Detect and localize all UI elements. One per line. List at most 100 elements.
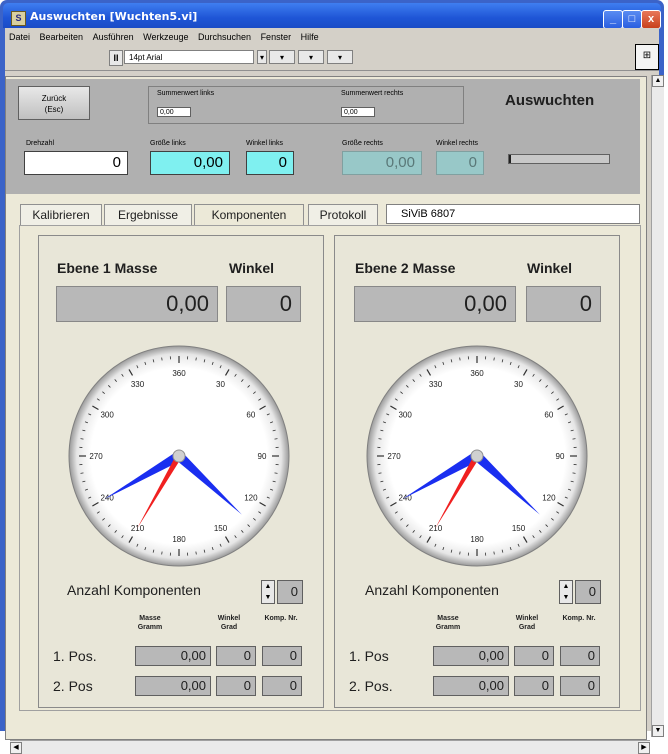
scroll-up-arrow[interactable]: ▲ [652,75,664,87]
page-title: Auswuchten [505,92,594,109]
dial-label: 90 [258,452,267,461]
plane-1-col-masse: Masse Gramm [133,614,167,632]
tab-komponenten[interactable]: Komponenten [194,204,304,225]
sum-group: Summenwert links 0,00 Summenwert rechts … [148,86,464,124]
dial-label: 360 [172,369,186,378]
dial-label: 210 [131,524,145,533]
plane-1-winkel-value: 0 [226,286,301,322]
plane-1-masse-value: 0,00 [56,286,218,322]
dial-tick [494,358,495,361]
plane-1-row-2-masse: 0,00 [135,676,211,696]
dial-label: 150 [214,524,228,533]
reorder-button[interactable]: ▾ [327,50,353,64]
drehzahl-value: 0 [24,151,128,175]
plane-1-anzahl-value[interactable]: 0 [277,580,303,604]
back-button[interactable]: Zurück (Esc) [18,86,90,120]
distribute-objects-button[interactable]: ▾ [298,50,324,64]
plane-1-row-1-komp: 0 [262,646,302,666]
plane-1-col-komp: Komp. Nr. [264,614,298,623]
plane-2-row-2-label: 2. Pos. [349,678,393,694]
groesse-rechts-label: Größe rechts [342,140,383,147]
dial-tick [379,473,382,474]
plane-2-anzahl-stepper[interactable]: ▲▼ [559,580,573,604]
plane-2-anzahl-value[interactable]: 0 [575,580,601,604]
dial-label: 300 [100,411,114,420]
dial-tick [460,552,461,555]
plane-2-angle-dial: 360306090120150180210240270300330 [357,340,597,572]
plane-1-row-1-winkel: 0 [216,646,256,666]
dial-label: 270 [387,452,401,461]
dial-label: 270 [89,452,103,461]
plane-2-anzahl-label: Anzahl Komponenten [365,582,499,598]
vi-icon[interactable]: ⊞ [635,44,659,70]
scroll-right-arrow[interactable]: ▶ [638,742,650,754]
menu-item-durchsuchen[interactable]: Durchsuchen [198,32,251,42]
menu-item-hilfe[interactable]: Hilfe [301,32,319,42]
dial-label: 210 [429,524,443,533]
winkel-rechts-value: 0 [436,151,484,175]
menu-item-fenster[interactable]: Fenster [261,32,292,42]
progress-bar [508,154,610,164]
winkel-links-label: Winkel links [246,140,283,147]
plane-1-anzahl-stepper[interactable]: ▲▼ [261,580,275,604]
plane-2-row-2-masse: 0,00 [433,676,509,696]
plane-2-col-masse: Masse Gramm [431,614,465,632]
dial-tick [81,439,84,440]
device-string[interactable]: SiViB 6807 [386,204,640,224]
plane-2-row-1-masse: 0,00 [433,646,509,666]
dial-tick [275,473,278,474]
plane-1-row-1-label: 1. Pos. [53,648,97,664]
plane-1-anzahl-label: Anzahl Komponenten [67,582,201,598]
tab-ergebnisse[interactable]: Ergebnisse [104,204,192,225]
plane-2-row-1-label: 1. Pos [349,648,389,664]
plane-2-col-komp: Komp. Nr. [562,614,596,623]
maximize-button[interactable]: □ [622,10,642,29]
back-label: Zurück [19,93,89,104]
dial-label: 30 [514,380,523,389]
menu-item-bearbeiten[interactable]: Bearbeiten [40,32,84,42]
dial-label: 180 [470,535,484,544]
winkel-links-value: 0 [246,151,294,175]
align-objects-button[interactable]: ▾ [269,50,295,64]
plane-2-row-2-komp: 0 [560,676,600,696]
menu-item-werkzeuge[interactable]: Werkzeuge [143,32,188,42]
scroll-left-arrow[interactable]: ◀ [10,742,22,754]
plane-1-winkel-title: Winkel [229,260,274,276]
tab-protokoll[interactable]: Protokoll [308,204,378,225]
dial-label: 330 [131,380,145,389]
sum-right-label: Summenwert rechts [341,90,403,97]
title-bar[interactable]: S Auswuchten [Wuchten5.vi] _ □ x [3,3,661,28]
plane-2-col-winkel: Winkel Grad [510,614,544,632]
font-selector[interactable]: 14pt Arial [124,50,254,64]
plane-1-cluster: Ebene 1 Masse Winkel 0,00 0 360306090120… [38,235,324,708]
pause-button[interactable]: II [109,50,123,66]
dial-label: 300 [398,411,412,420]
dial-label: 60 [246,411,255,420]
groesse-rechts-value: 0,00 [342,151,422,175]
menu-bar: Datei Bearbeiten Ausführen Werkzeuge Dur… [5,32,322,46]
minimize-button[interactable]: _ [603,10,623,29]
plane-1-col-winkel: Winkel Grad [212,614,246,632]
plane-1-row-2-winkel: 0 [216,676,256,696]
sum-right-value: 0,00 [341,107,375,117]
dial-tick [573,473,576,474]
plane-2-row-1-winkel: 0 [514,646,554,666]
vertical-scrollbar[interactable]: ▲ ▼ [651,75,664,737]
menu-item-ausfuehren[interactable]: Ausführen [93,32,134,42]
close-button[interactable]: x [641,10,661,29]
dial-label: 180 [172,535,186,544]
scroll-down-arrow[interactable]: ▼ [652,725,664,737]
font-dropdown-arrow[interactable]: ▾ [257,50,267,64]
dial-label: 120 [244,494,258,503]
plane-2-row-2-winkel: 0 [514,676,554,696]
app-icon: S [11,11,26,26]
tab-kalibrieren[interactable]: Kalibrieren [20,204,102,225]
menu-item-datei[interactable]: Datei [9,32,30,42]
dial-label: 330 [429,380,443,389]
dial-tick [162,358,163,361]
dial-label: 360 [470,369,484,378]
horizontal-scrollbar[interactable]: ◀ ▶ [10,740,650,754]
plane-1-angle-dial: 360306090120150180210240270300330 [59,340,299,572]
toolbar-separator [5,70,659,71]
plane-1-row-1-masse: 0,00 [135,646,211,666]
